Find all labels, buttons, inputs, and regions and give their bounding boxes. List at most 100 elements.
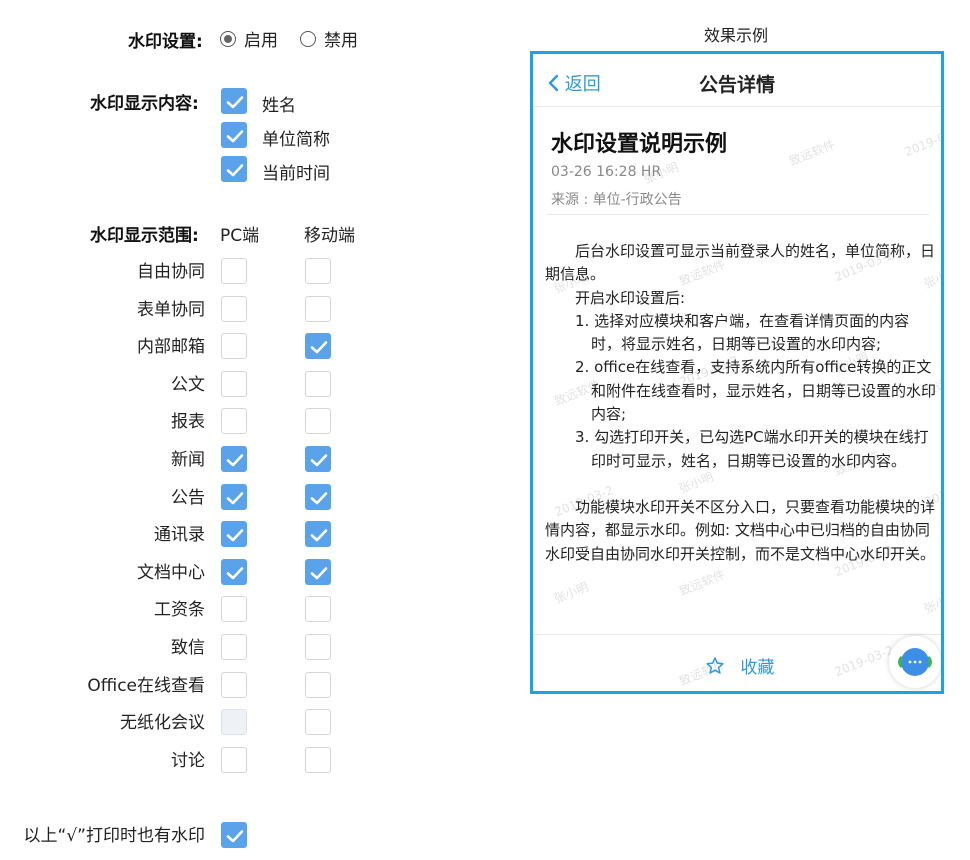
content-checkbox-label[interactable]: 单位简称	[262, 125, 330, 150]
scope-mobile-checkbox[interactable]	[305, 295, 331, 322]
check-icon	[226, 130, 244, 143]
preview-caption: 效果示例	[704, 26, 769, 45]
scope-row-label: 工资条	[154, 600, 205, 621]
scope-pc-checkbox[interactable]	[221, 446, 247, 472]
back-label: 返回	[564, 74, 601, 95]
check-icon	[226, 454, 244, 467]
scope-mobile-checkbox[interactable]	[305, 634, 331, 660]
favorite-label: 收藏	[740, 658, 775, 678]
scope-mobile-checkbox[interactable]	[305, 558, 331, 585]
chevron-left-icon	[548, 74, 559, 92]
phone-header: 公告详情 返回	[533, 54, 941, 107]
scope-mobile-checkbox[interactable]	[305, 370, 331, 397]
scope-row-label: 致信	[171, 638, 205, 658]
scope-pc-checkbox[interactable]	[221, 746, 247, 773]
radio-disable[interactable]	[300, 30, 316, 47]
column-mobile-header: 移动端	[304, 226, 355, 246]
content-checkbox[interactable]	[221, 88, 247, 114]
scope-pc-checkbox[interactable]	[221, 558, 247, 585]
paragraph: 开启水印设置后:	[575, 288, 686, 307]
radio-enable-label[interactable]: 启用	[244, 26, 278, 51]
watermark-text: 张小明	[551, 579, 591, 607]
chat-bubble-icon	[898, 648, 932, 676]
watermark-text: 致远软件	[677, 567, 728, 599]
column-pc-header: PC端	[220, 226, 260, 246]
scope-pc-checkbox[interactable]	[221, 370, 247, 397]
check-icon	[310, 566, 328, 580]
list-item: 2. office在线查看，支持系统内所有office转换的正文和附件在线查看时…	[575, 358, 937, 424]
check-icon	[226, 491, 244, 504]
content-checkbox-label[interactable]: 姓名	[262, 91, 296, 116]
scope-pc-checkbox[interactable]	[221, 333, 247, 360]
list-item: 3. 勾选打印开关，已勾选PC端水印开关的模块在线打印时可显示，姓名，日期等已设…	[575, 428, 929, 470]
scope-mobile-checkbox[interactable]	[305, 446, 331, 472]
watermark-radio-group: 启用 禁用	[220, 26, 358, 51]
scope-row-label: 自由协同	[137, 262, 205, 282]
scope-mobile-checkbox[interactable]	[305, 596, 331, 623]
scope-row-label: 报表	[171, 412, 205, 433]
check-icon	[226, 164, 244, 177]
paragraph: 后台水印设置可显示当前登录人的姓名，单位简称，日期信息。	[545, 242, 936, 284]
scope-row-label: 讨论	[171, 750, 205, 771]
doc-title: 水印设置说明示例	[551, 132, 728, 157]
scope-row-label: 公告	[171, 487, 205, 508]
content-checkbox[interactable]	[221, 156, 247, 182]
scope-mobile-checkbox[interactable]	[305, 709, 331, 736]
list-item: 1. 选择对应模块和客户端，在查看详情页面的内容时，将显示姓名，日期等已设置的水…	[575, 311, 910, 354]
check-icon	[310, 529, 328, 542]
check-icon	[310, 454, 328, 467]
scope-row-label: Office在线查看	[87, 675, 205, 696]
content-checkbox-label[interactable]: 当前时间	[262, 159, 330, 184]
print-watermark-checkbox[interactable]	[221, 822, 247, 848]
check-icon	[310, 491, 328, 504]
doc-source: 来源 : 单位-行政公告	[551, 192, 682, 208]
scope-pc-checkbox[interactable]	[221, 483, 247, 510]
scope-mobile-checkbox[interactable]	[305, 483, 331, 510]
display-content-label: 水印显示内容:	[90, 94, 199, 114]
check-icon	[310, 341, 328, 354]
doc-body: 后台水印设置可显示当前登录人的姓名，单位简称，日期信息。 开启水印设置后: 1.…	[545, 240, 937, 566]
scope-pc-checkbox[interactable]	[221, 258, 247, 284]
doc-meta: 03-26 16:28 HR	[551, 164, 662, 180]
paragraph: 功能模块水印开关不区分入口，只要查看功能模块的详情内容，都显示水印。例如: 文档…	[545, 497, 936, 563]
scope-mobile-checkbox[interactable]	[305, 333, 331, 360]
scope-pc-checkbox[interactable]	[221, 596, 247, 623]
scope-pc-checkbox	[221, 709, 247, 736]
scope-row-label: 新闻	[171, 450, 205, 470]
check-icon	[226, 566, 244, 580]
scope-row-label: 文档中心	[137, 562, 205, 583]
content-checkbox[interactable]	[221, 122, 247, 148]
watermark-text: 张小明	[921, 589, 944, 617]
watermark-text: 2019-03-2	[902, 122, 944, 160]
watermark-text: 致远软件	[787, 137, 838, 169]
scope-row-label: 通讯录	[154, 525, 205, 546]
scope-row-label: 公文	[171, 374, 205, 395]
radio-enable[interactable]	[220, 30, 236, 47]
scope-pc-checkbox[interactable]	[221, 521, 247, 548]
check-icon	[226, 96, 244, 109]
watermark-setting-label: 水印设置:	[128, 32, 203, 52]
phone-preview: 张小明 致远软件 2019-03-2 张小明 致远软件 2019-03-2 张小明 致远软件 2…	[530, 51, 944, 694]
scope-row-label: 无纸化会议	[120, 713, 205, 734]
print-watermark-label: 以上“√”打印时也有水印	[23, 826, 205, 846]
scope-mobile-checkbox[interactable]	[305, 746, 331, 773]
divider	[547, 214, 929, 215]
scope-mobile-checkbox[interactable]	[305, 408, 331, 435]
scope-mobile-checkbox[interactable]	[305, 671, 331, 698]
back-button[interactable]: 返回	[547, 70, 601, 96]
check-icon	[226, 830, 244, 843]
phone-footer: 收藏	[533, 634, 941, 691]
display-scope-label: 水印显示范围:	[90, 226, 199, 246]
scope-mobile-checkbox[interactable]	[305, 258, 331, 284]
check-icon	[226, 529, 244, 542]
scope-mobile-checkbox[interactable]	[305, 521, 331, 548]
scope-pc-checkbox[interactable]	[221, 671, 247, 698]
scope-row-label: 表单协同	[137, 299, 205, 320]
floating-assistant-button[interactable]	[889, 636, 941, 688]
scope-pc-checkbox[interactable]	[221, 634, 247, 660]
favorite-button[interactable]: 收藏	[705, 653, 774, 678]
star-icon	[706, 657, 724, 674]
scope-pc-checkbox[interactable]	[221, 295, 247, 322]
radio-disable-label[interactable]: 禁用	[324, 26, 358, 51]
scope-pc-checkbox[interactable]	[221, 408, 247, 435]
